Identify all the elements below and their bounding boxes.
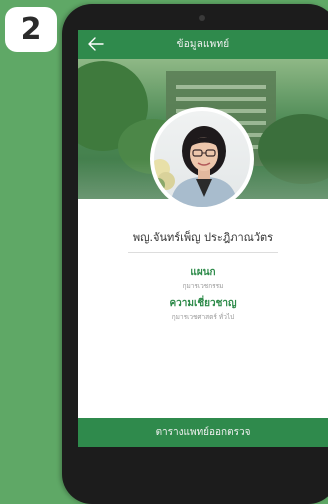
doctor-portrait: [154, 126, 238, 207]
specialty-value: กุมารเวชศาสตร์ ทั่วไป: [171, 313, 235, 321]
top-app-bar: ข้อมูลแพทย์: [78, 30, 328, 59]
back-arrow-icon[interactable]: [88, 37, 104, 51]
divider: [128, 252, 278, 253]
doctor-name: พญ.จันทร์เพ็ญ ประฎิภาณวัตร: [132, 231, 274, 244]
doctor-schedule-button-label: ตารางแพทย์ออกตรวจ: [155, 427, 251, 438]
front-camera: [199, 15, 205, 21]
step-number: 2: [20, 12, 42, 47]
doctor-schedule-button[interactable]: ตารางแพทย์ออกตรวจ: [78, 418, 328, 447]
page-title: ข้อมูลแพทย์: [176, 39, 230, 50]
department-value: กุมารเวชกรรม: [182, 282, 224, 290]
step-number-badge: 2: [5, 7, 57, 52]
app-screen: ข้อมูลแพทย์ พญ.จันทร์เพ็ญ ประฎิภาณวัตร แ…: [78, 30, 328, 447]
department-label: แผนก: [190, 267, 216, 278]
doctor-avatar: [154, 111, 250, 207]
specialty-label: ความเชี่ยวชาญ: [169, 298, 237, 309]
